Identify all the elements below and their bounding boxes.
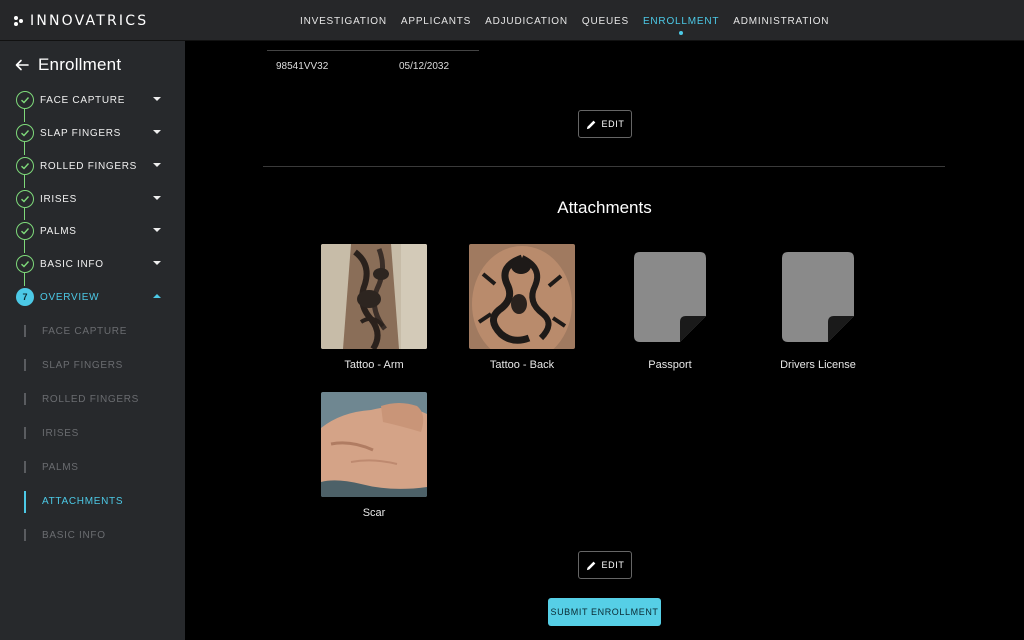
edit-button-label: EDIT	[601, 119, 625, 129]
sidebar-title: Enrollment	[38, 55, 122, 74]
sidebar: Enrollment FACE CAPTURE SLAP FINGERS ROL…	[0, 41, 185, 640]
document-number: 98541VV32	[276, 61, 329, 72]
pencil-icon	[586, 120, 595, 129]
edit-button-label: EDIT	[601, 560, 625, 570]
chevron-down-icon	[153, 228, 161, 232]
chevron-up-icon	[153, 294, 161, 298]
tattoo-arm-image	[321, 244, 427, 349]
step-label: SLAP FINGERS	[40, 128, 122, 139]
step-number-badge: 7	[16, 288, 34, 306]
overview-item-rolled-fingers[interactable]: ROLLED FINGERS	[0, 389, 185, 411]
sub-item-label: IRISES	[42, 428, 79, 439]
attachment-caption: Tattoo - Back	[489, 359, 555, 371]
attachment-caption: Passport	[648, 359, 692, 371]
sub-item-label: BASIC INFO	[42, 530, 106, 541]
sidebar-header: Enrollment	[14, 55, 121, 75]
overview-item-attachments[interactable]: ATTACHMENTS	[0, 491, 185, 513]
sub-item-label: ROLLED FINGERS	[42, 394, 140, 405]
document-icon	[617, 244, 723, 349]
step-label: OVERVIEW	[40, 292, 100, 303]
chevron-down-icon	[153, 97, 161, 101]
step-label: IRISES	[40, 194, 77, 205]
step-label: ROLLED FINGERS	[40, 161, 138, 172]
attachment-passport[interactable]: Passport	[617, 244, 723, 371]
sub-item-label: ATTACHMENTS	[42, 496, 124, 507]
edit-attachments-button[interactable]: EDIT	[578, 551, 632, 579]
sub-item-label: PALMS	[42, 462, 79, 473]
step-irises[interactable]: IRISES	[0, 188, 185, 210]
sub-item-marker	[24, 325, 26, 337]
edit-button[interactable]: EDIT	[578, 110, 632, 138]
scar-image	[321, 392, 427, 497]
overview-item-face-capture[interactable]: FACE CAPTURE	[0, 321, 185, 343]
brand-name: INNOVATRICS	[30, 13, 149, 29]
chevron-down-icon	[153, 196, 161, 200]
nav-item-administration[interactable]: ADMINISTRATION	[733, 0, 829, 41]
overview-item-basic-info[interactable]: BASIC INFO	[0, 525, 185, 547]
arrow-left-icon[interactable]	[14, 57, 30, 73]
overview-item-slap-fingers[interactable]: SLAP FINGERS	[0, 355, 185, 377]
submit-button-label: SUBMIT ENROLLMENT	[550, 607, 659, 617]
step-face-capture[interactable]: FACE CAPTURE	[0, 89, 185, 111]
main-content: 98541VV32 05/12/2032 EDIT Attachments Ta…	[185, 41, 1024, 640]
chevron-down-icon	[153, 163, 161, 167]
chevron-down-icon	[153, 261, 161, 265]
top-bar: INNOVATRICS INVESTIGATION APPLICANTS ADJ…	[0, 0, 1024, 41]
sub-item-marker	[24, 393, 26, 405]
overview-item-palms[interactable]: PALMS	[0, 457, 185, 479]
nav-item-adjudication[interactable]: ADJUDICATION	[485, 0, 568, 41]
tattoo-back-image	[469, 244, 575, 349]
sub-item-marker	[24, 491, 26, 513]
sub-item-marker	[24, 359, 26, 371]
attachments-title: Attachments	[557, 198, 652, 217]
check-icon	[16, 190, 34, 208]
step-overview[interactable]: 7 OVERVIEW	[0, 286, 185, 308]
overview-item-irises[interactable]: IRISES	[0, 423, 185, 445]
main-nav: INVESTIGATION APPLICANTS ADJUDICATION QU…	[300, 0, 829, 41]
step-rolled-fingers[interactable]: ROLLED FINGERS	[0, 155, 185, 177]
sub-item-marker	[24, 529, 26, 541]
nav-item-investigation[interactable]: INVESTIGATION	[300, 0, 387, 41]
table-divider	[267, 50, 479, 51]
document-icon	[765, 244, 871, 349]
check-icon	[16, 255, 34, 273]
document-expiry: 05/12/2032	[399, 61, 450, 72]
check-icon	[16, 157, 34, 175]
pencil-icon	[586, 561, 595, 570]
attachment-tattoo-back[interactable]: Tattoo - Back	[469, 244, 575, 371]
chevron-down-icon	[153, 130, 161, 134]
step-label: PALMS	[40, 226, 77, 237]
attachment-drivers-license[interactable]: Drivers License	[765, 244, 871, 371]
step-palms[interactable]: PALMS	[0, 220, 185, 242]
step-slap-fingers[interactable]: SLAP FINGERS	[0, 122, 185, 144]
step-basic-info[interactable]: BASIC INFO	[0, 253, 185, 275]
step-label: BASIC INFO	[40, 259, 104, 270]
sub-item-marker	[24, 427, 26, 439]
step-label: FACE CAPTURE	[40, 95, 126, 106]
check-icon	[16, 222, 34, 240]
nav-item-enrollment[interactable]: ENROLLMENT	[643, 0, 719, 41]
logo[interactable]: INNOVATRICS	[14, 13, 148, 29]
attachment-scar[interactable]: Scar	[321, 392, 427, 519]
check-icon	[16, 124, 34, 142]
nav-item-applicants[interactable]: APPLICANTS	[401, 0, 471, 41]
submit-enrollment-button[interactable]: SUBMIT ENROLLMENT	[548, 598, 661, 626]
attachment-tattoo-arm[interactable]: Tattoo - Arm	[321, 244, 427, 371]
attachment-caption: Drivers License	[780, 359, 856, 371]
logo-mark-icon	[14, 16, 23, 26]
section-divider	[263, 166, 945, 167]
check-icon	[16, 91, 34, 109]
sub-item-marker	[24, 461, 26, 473]
attachment-caption: Scar	[362, 507, 386, 519]
attachment-caption: Tattoo - Arm	[344, 359, 404, 371]
nav-item-queues[interactable]: QUEUES	[582, 0, 629, 41]
sub-item-label: SLAP FINGERS	[42, 360, 124, 371]
sub-item-label: FACE CAPTURE	[42, 326, 128, 337]
